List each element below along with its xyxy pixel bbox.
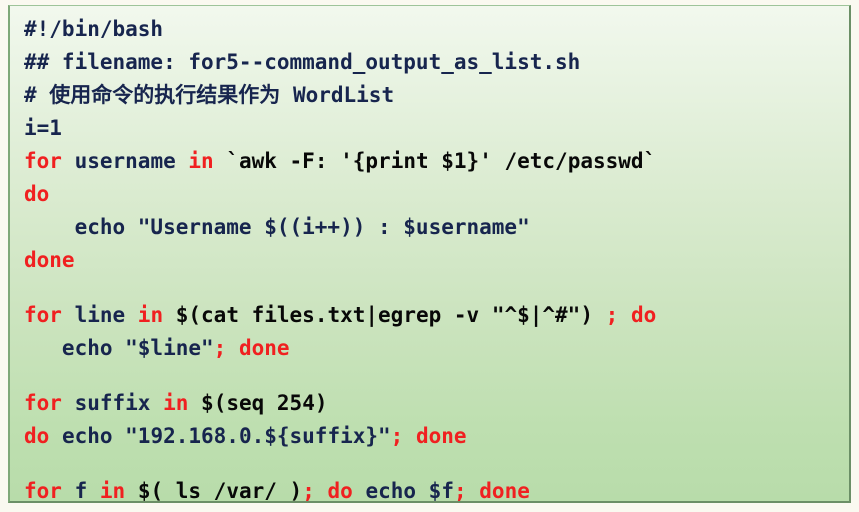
code-token-kw: ; bbox=[302, 479, 315, 503]
code-line: ## filename: for5--command_output_as_lis… bbox=[24, 46, 849, 79]
code-line: for f in $( ls /var/ ); do echo $f; done bbox=[24, 475, 849, 503]
code-token-plain: $( ls /var/ ) bbox=[137, 479, 303, 503]
code-token-kw: in bbox=[137, 303, 164, 327]
code-token-kw: for bbox=[24, 391, 62, 415]
code-token-cmd: echo "Username $((i++)) : $username" bbox=[24, 215, 530, 239]
code-token-kw: ; bbox=[605, 303, 619, 327]
code-token-plain: $(seq 254) bbox=[201, 391, 328, 415]
code-token-cmd: #!/bin/bash bbox=[24, 17, 164, 41]
code-token-cmd bbox=[125, 479, 138, 501]
code-token-kw: do bbox=[630, 303, 657, 327]
code-token-cmd bbox=[188, 391, 201, 415]
code-line: for line in $(cat files.txt|egrep -v "^$… bbox=[24, 299, 849, 332]
code-token-cmd bbox=[214, 149, 227, 173]
code-token-kw: done bbox=[479, 479, 530, 503]
code-line: i=1 bbox=[24, 112, 849, 145]
code-line: done bbox=[24, 244, 849, 277]
code-token-cmd: line bbox=[61, 303, 138, 327]
code-listing-body: #!/bin/bash ## filename: for5--command_ou… bbox=[24, 13, 849, 503]
code-token-cmd bbox=[226, 336, 239, 360]
code-token-kw: do bbox=[327, 479, 353, 503]
code-line: do bbox=[24, 178, 849, 211]
code-token-cmd: username bbox=[61, 149, 189, 173]
code-token-kw: ; bbox=[213, 336, 227, 360]
code-line: echo "Username $((i++)) : $username" bbox=[24, 211, 849, 244]
code-token-cmd: f bbox=[61, 479, 100, 503]
code-line: echo "$line"; done bbox=[24, 332, 849, 365]
code-token-cmd bbox=[593, 303, 606, 327]
code-token-kw: for bbox=[24, 479, 62, 503]
code-line: for username in `awk -F: '{print $1}' /e… bbox=[24, 145, 849, 178]
code-line: do echo "192.168.0.${suffix}"; done bbox=[24, 420, 849, 453]
code-token-cmd bbox=[618, 303, 631, 327]
code-token-cmt: ## filename: for5--command_output_as_lis… bbox=[24, 50, 581, 74]
code-token-kw: ; bbox=[390, 424, 404, 448]
code-token-cmd bbox=[403, 424, 416, 448]
code-token-cmd: suffix bbox=[61, 391, 164, 415]
code-token-cmt-han: 使用命令的执行结果作为 bbox=[49, 83, 281, 107]
code-token-plain: $(cat files.txt|egrep -v "^$|^#") bbox=[175, 303, 593, 327]
code-token-kw: in bbox=[163, 391, 189, 415]
code-token-cmt: # bbox=[24, 83, 50, 107]
code-token-kw: for bbox=[24, 303, 62, 327]
code-listing-card: #!/bin/bash ## filename: for5--command_ou… bbox=[8, 5, 851, 503]
code-token-kw: ; bbox=[453, 479, 467, 503]
code-token-kw: done bbox=[415, 424, 467, 448]
code-token-cmd: echo "$line" bbox=[24, 336, 214, 360]
code-token-plain: `awk -F: '{print $1}' /etc/passwd` bbox=[226, 149, 657, 173]
code-token-cmd: echo $f bbox=[352, 479, 454, 503]
code-token-kw: do bbox=[24, 424, 50, 448]
code-token-kw: done bbox=[24, 248, 75, 272]
code-token-kw: done bbox=[238, 336, 290, 360]
code-line: for suffix in $(seq 254) bbox=[24, 387, 849, 420]
code-token-cmt: WordList bbox=[280, 83, 395, 107]
code-token-cmd bbox=[163, 303, 176, 327]
code-token-cmd bbox=[467, 479, 480, 501]
code-token-cmd: echo "192.168.0.${suffix}" bbox=[49, 424, 391, 448]
code-token-kw: for bbox=[24, 149, 62, 173]
code-token-kw: in bbox=[99, 479, 126, 503]
code-line: #!/bin/bash bbox=[24, 13, 849, 46]
code-line: # 使用命令的执行结果作为 WordList bbox=[24, 79, 849, 112]
code-token-cmd bbox=[315, 479, 328, 501]
code-token-cmd: i=1 bbox=[24, 116, 62, 140]
code-token-kw: do bbox=[24, 182, 50, 206]
code-token-kw: in bbox=[188, 149, 214, 173]
